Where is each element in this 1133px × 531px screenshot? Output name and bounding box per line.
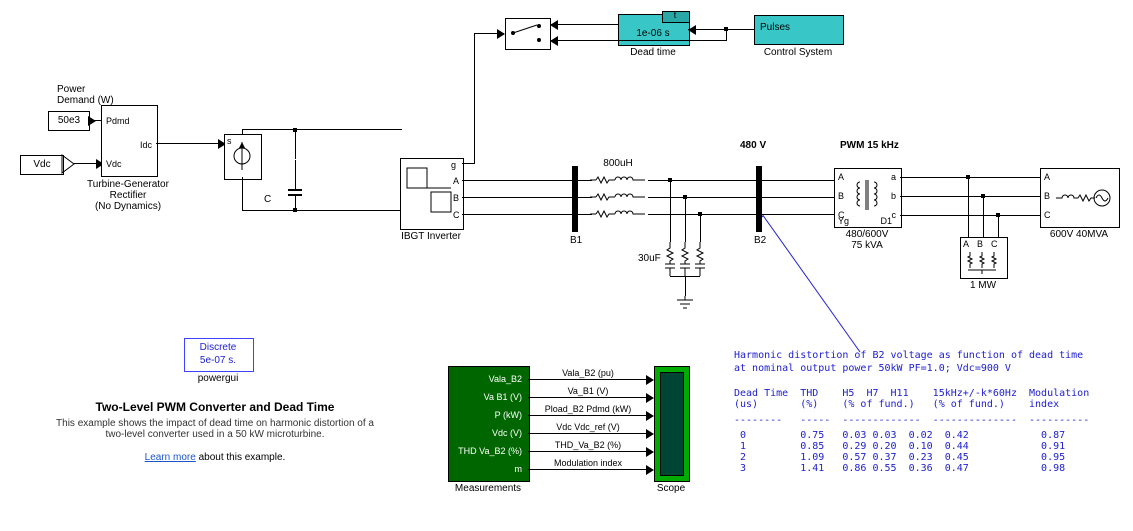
scope-name: Scope xyxy=(648,483,694,494)
powergui-name: powergui xyxy=(184,373,252,384)
sig1: Va_B1 (V) xyxy=(538,386,638,396)
ground-icon xyxy=(675,296,695,310)
pwm-label: PWM 15 kHz xyxy=(840,140,899,151)
load1mw-b: B xyxy=(977,239,983,249)
example-desc: This example shows the impact of dead ti… xyxy=(40,418,390,440)
ibgt-port-g: g xyxy=(451,160,456,170)
load1mw-a: A xyxy=(963,239,969,249)
cap-c-label: C xyxy=(264,194,271,205)
ibgt-port-b: B xyxy=(453,193,459,203)
src-c: C xyxy=(1044,210,1051,220)
sig3: Vdc Vdc_ref (V) xyxy=(538,422,638,432)
inductor-label: 800uH xyxy=(588,158,648,169)
control-pulses: Pulses xyxy=(760,22,790,33)
turbine-name: Turbine-Generator Rectifier (No Dynamics… xyxy=(78,179,178,212)
meas-p0: Vala_B2 xyxy=(450,374,522,384)
table-rows: 0 0.75 0.03 0.03 0.02 0.42 0.87 1 0.85 0… xyxy=(734,430,1065,474)
port-vdc: Vdc xyxy=(106,159,122,169)
powergui-step: 5e-07 s. xyxy=(184,355,252,366)
rl-branch-icon xyxy=(590,175,650,219)
meas-p1: Va B1 (V) xyxy=(450,392,522,402)
powergui-mode: Discrete xyxy=(184,342,252,353)
vdc-text: Vdc xyxy=(21,159,63,170)
load-icon xyxy=(966,252,1000,274)
table-sep: -------- ----- ------------- -----------… xyxy=(734,415,1089,426)
port-idc: Idc xyxy=(128,140,152,150)
power-demand-constant[interactable]: 50e3 xyxy=(48,111,90,131)
meas-p2: P (kW) xyxy=(450,410,522,420)
power-demand-value: 50e3 xyxy=(49,115,89,126)
src-name: 600V 40MVA xyxy=(1034,229,1124,240)
transformer-icon xyxy=(854,180,880,214)
table-cols: Dead Time THD H5 H7 H11 15kHz+/-k*60Hz M… xyxy=(734,388,1101,410)
ibgt-name: IBGT Inverter xyxy=(395,231,467,242)
xfmr-a: A xyxy=(838,172,844,182)
ibgt-port-c: C xyxy=(453,210,460,220)
ibgt-port-a: A xyxy=(453,176,459,186)
meas-p5: m xyxy=(450,464,522,474)
learn-more-line: Learn more about this example. xyxy=(40,452,390,463)
sig2: Pload_B2 Pdmd (kW) xyxy=(538,404,638,414)
table-header2: at nominal output power 50kW PF=1.0; Vdc… xyxy=(734,363,1011,374)
table-header1: Harmonic distortion of B2 voltage as fun… xyxy=(734,350,1083,361)
load1mw-c: C xyxy=(991,239,998,249)
sig0: Vala_B2 (pu) xyxy=(538,368,638,378)
learn-after: about this example. xyxy=(196,452,286,463)
control-name: Control System xyxy=(754,47,842,58)
dead-time-t: t xyxy=(664,10,686,20)
b1-label: B1 xyxy=(570,235,582,246)
src-b: B xyxy=(1044,191,1050,201)
cap30-label: 30uF xyxy=(638,253,661,264)
source-icon xyxy=(1056,186,1114,210)
sig5: Modulation index xyxy=(538,458,638,468)
xfmr-d1: D1 xyxy=(870,216,892,226)
load1mw-name: 1 MW xyxy=(956,280,1010,291)
v480-label: 480 V xyxy=(740,140,766,151)
sig4: THD_Va_B2 (%) xyxy=(538,440,638,450)
example-title: Two-Level PWM Converter and Dead Time xyxy=(40,400,390,414)
xfmr-yg: Yg xyxy=(838,216,849,226)
port-pdmd: Pdmd xyxy=(106,116,130,126)
dead-time-name: Dead time xyxy=(618,47,688,58)
power-demand-label: Power Demand (W) xyxy=(57,84,114,106)
dead-time-val: 1e-06 s xyxy=(618,28,688,39)
measurements-name: Measurements xyxy=(448,483,528,494)
meas-p3: Vdc (V) xyxy=(450,428,522,438)
xfmr-name: 480/600V 75 kVA xyxy=(830,229,904,251)
learn-more-link[interactable]: Learn more xyxy=(145,452,196,463)
meas-p4: THD Va_B2 (%) xyxy=(450,446,522,456)
xfmr-b: B xyxy=(838,191,844,201)
src-a: A xyxy=(1044,172,1050,182)
vdc-tag[interactable]: Vdc xyxy=(20,155,64,175)
cs-s: s xyxy=(227,136,232,146)
